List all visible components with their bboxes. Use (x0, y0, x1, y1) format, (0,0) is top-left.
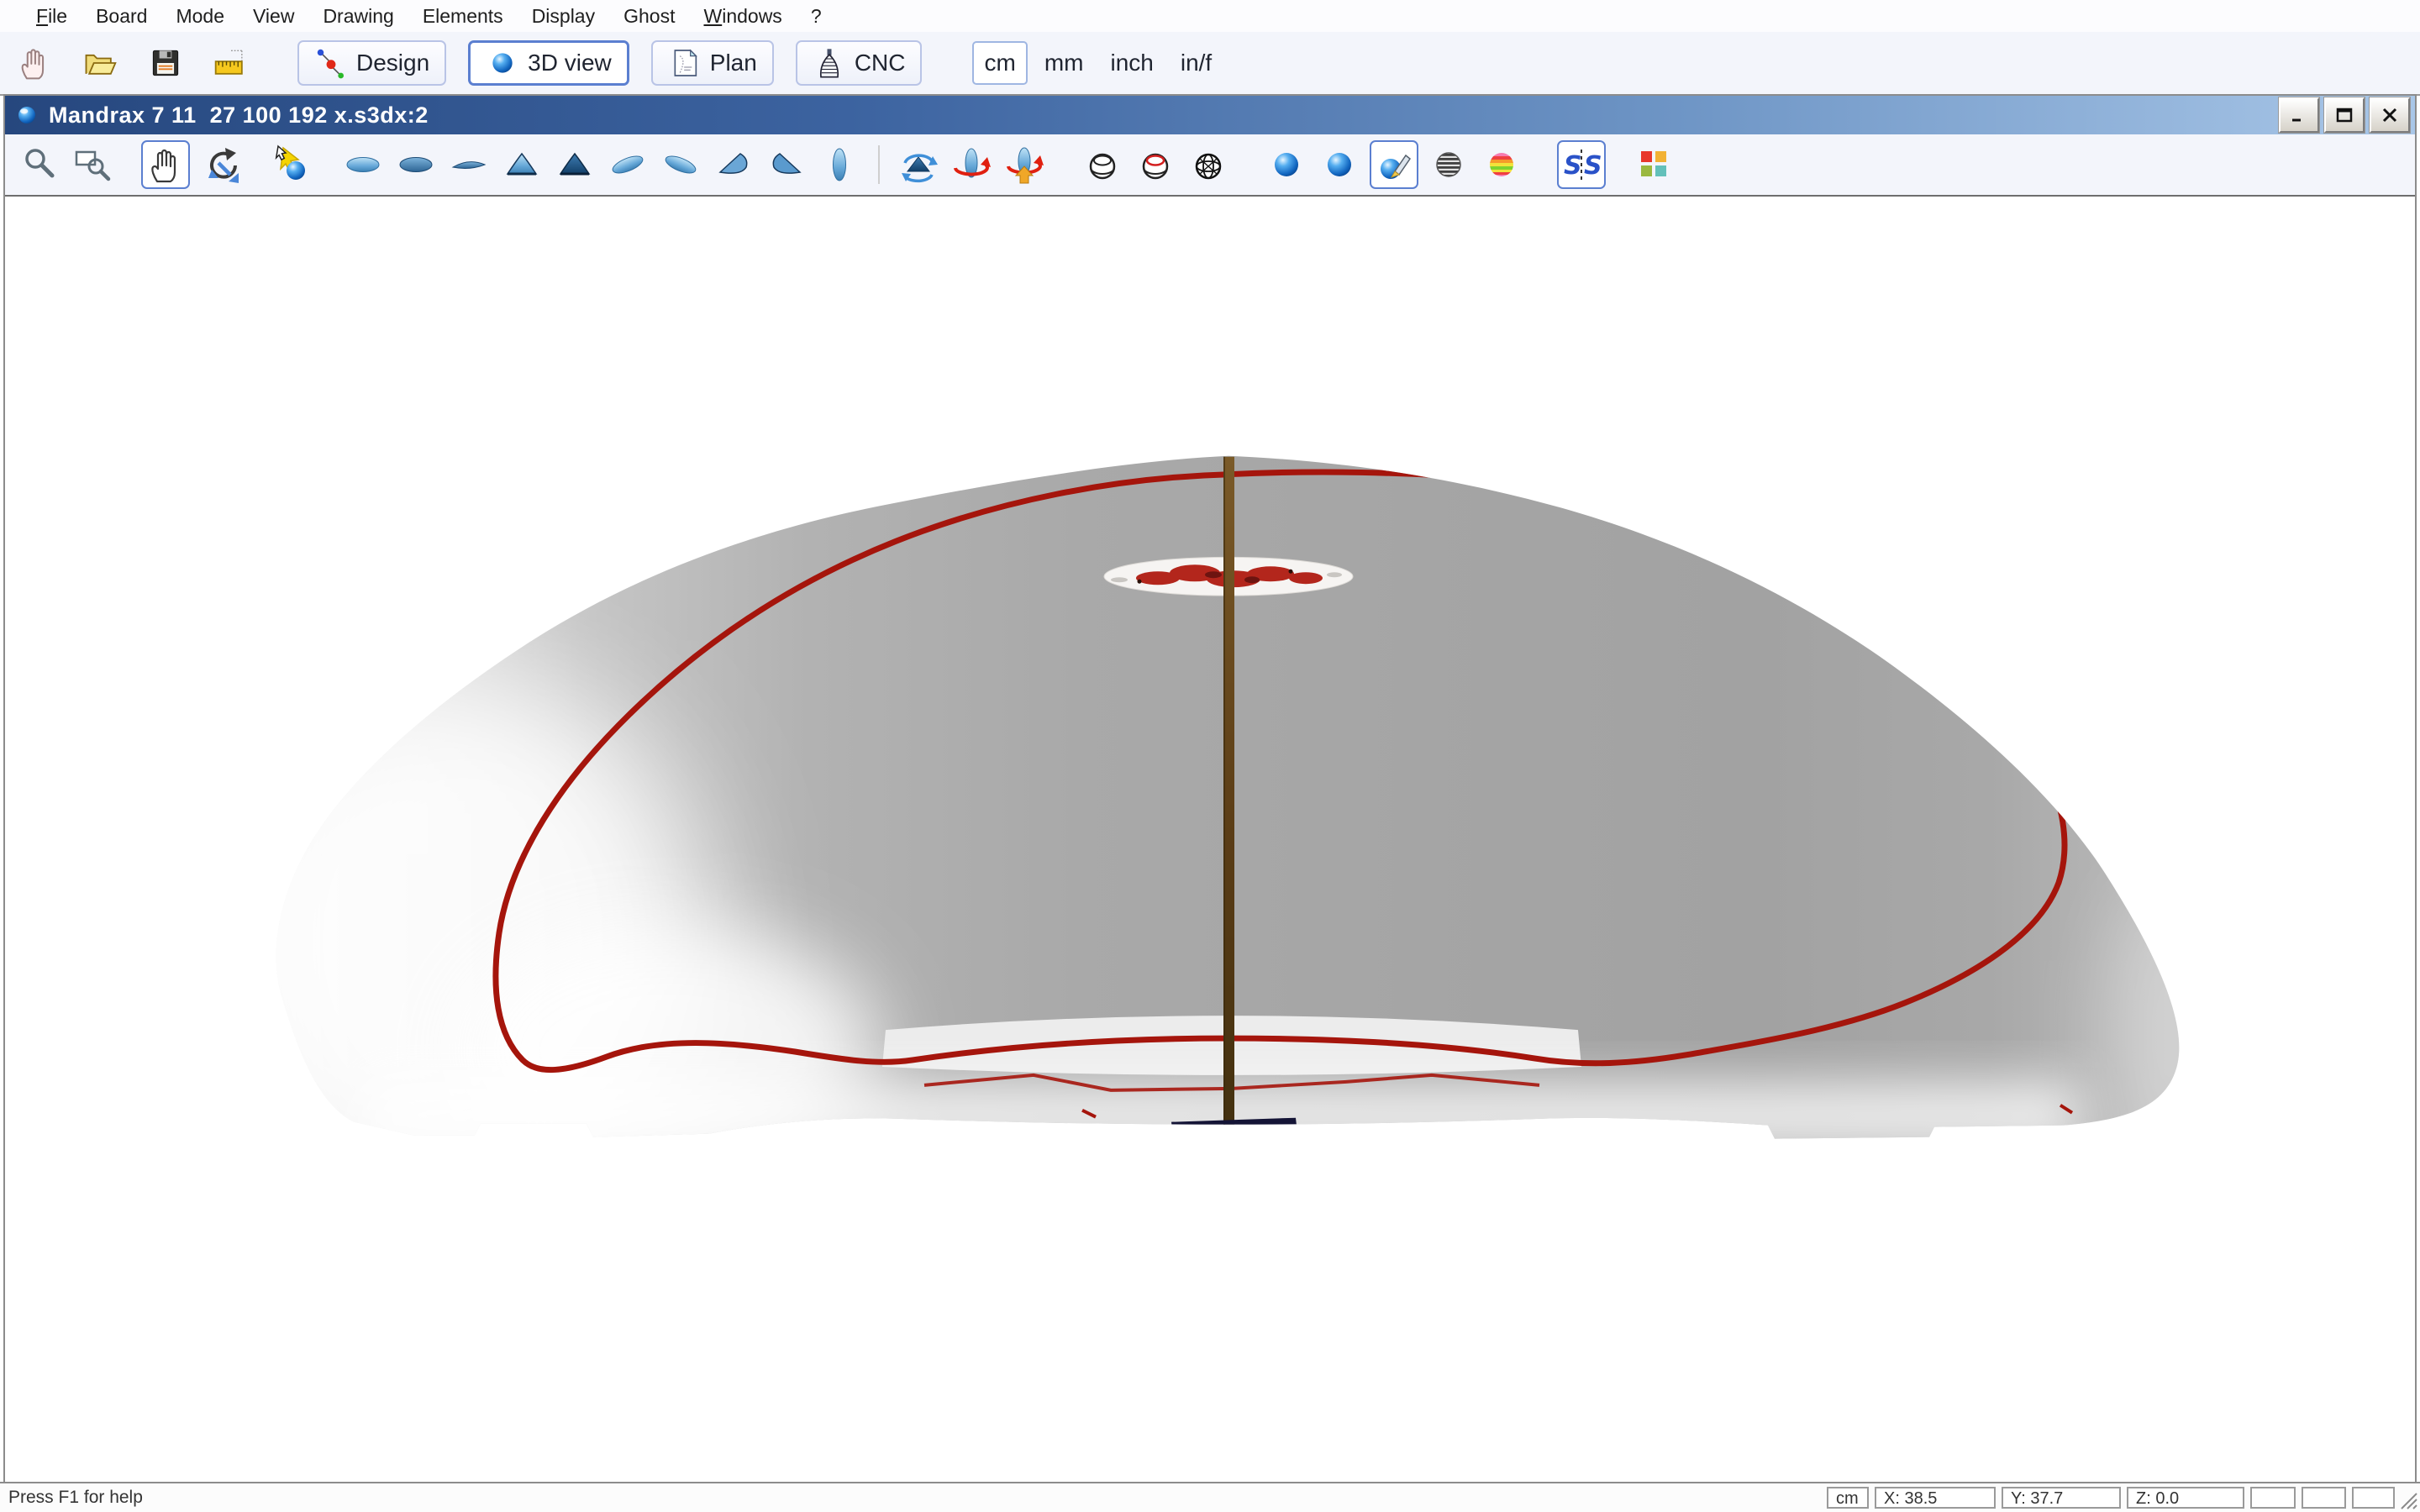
rotate-view-icon[interactable] (197, 142, 243, 187)
view-front-icon[interactable] (499, 142, 544, 187)
menu-elements[interactable]: Elements (408, 3, 518, 29)
wireframe-slices-icon[interactable] (1133, 142, 1178, 187)
zoom-in-icon[interactable] (17, 142, 62, 187)
render-decor-icon[interactable] (1370, 140, 1418, 189)
unit-inf[interactable]: in/f (1171, 43, 1222, 83)
menu-board[interactable]: Board (82, 3, 161, 29)
view-half-left-icon[interactable] (711, 142, 756, 187)
open-folder-icon[interactable] (81, 44, 119, 82)
close-button[interactable] (2370, 97, 2410, 133)
cnc-mode-button[interactable]: CNC (796, 40, 923, 86)
3d-view-mode-button[interactable]: 3D view (468, 40, 629, 86)
stringer-edge (1223, 457, 1225, 1142)
menu-mode[interactable]: Mode (161, 3, 239, 29)
app-window: File Board Mode View Drawing Elements Di… (0, 0, 2420, 1512)
status-empty-2 (2302, 1487, 2346, 1509)
view-half-right-icon[interactable] (764, 142, 809, 187)
wireframe-mesh-icon[interactable] (1186, 142, 1231, 187)
spin-board-lift-icon[interactable] (1002, 142, 1047, 187)
color-palette-icon[interactable] (1632, 142, 1677, 187)
design-mode-button[interactable]: Design (297, 40, 446, 86)
units-selector: cm mm inch in/f (972, 41, 1222, 85)
3d-view-label: 3D view (528, 50, 612, 76)
menu-drawing[interactable]: Drawing (308, 3, 408, 29)
sphere-icon (486, 46, 519, 80)
view-angle-left-icon[interactable] (605, 142, 650, 187)
measure-ruler-icon[interactable] (212, 44, 250, 82)
status-bar: Press F1 for help cm X: 38.5 Y: 37.7 Z: … (0, 1482, 2420, 1512)
menu-file[interactable]: File (22, 3, 82, 29)
router-bit-icon (813, 46, 846, 80)
status-empty-1 (2250, 1487, 2296, 1509)
menu-display[interactable]: Display (518, 3, 609, 29)
view-bottom-icon[interactable] (393, 142, 439, 187)
unit-inch[interactable]: inch (1100, 43, 1163, 83)
view-rocker-icon[interactable] (446, 142, 492, 187)
view-tail-icon[interactable] (552, 142, 597, 187)
spin-board-icon[interactable] (949, 142, 994, 187)
board-3d-view (5, 197, 2415, 1482)
select-board-icon[interactable] (269, 142, 314, 187)
resize-grip-icon[interactable] (2396, 1488, 2418, 1510)
rail-highlight-2 (459, 925, 879, 1176)
wireframe-plain-icon[interactable] (1080, 142, 1125, 187)
view-nose-icon[interactable] (817, 142, 862, 187)
window-title: Mandrax 7 11 27 100 192 x.s3dx:2 (49, 102, 429, 129)
maximize-button[interactable] (2324, 97, 2365, 133)
menu-view[interactable]: View (239, 3, 308, 29)
select-hand-icon[interactable] (15, 44, 54, 82)
unit-cm[interactable]: cm (972, 41, 1027, 85)
close-icon (2380, 107, 2400, 123)
menu-bar: File Board Mode View Drawing Elements Di… (0, 0, 2420, 32)
help-text: Press F1 for help (0, 1488, 143, 1508)
status-empty-3 (2352, 1487, 2395, 1509)
fin-mark-lower (1178, 1130, 1290, 1139)
maximize-icon (2334, 107, 2354, 123)
design-icon (314, 46, 348, 80)
render-solid-icon[interactable] (1264, 142, 1309, 187)
design-label: Design (356, 50, 429, 76)
zoom-window-icon[interactable] (70, 142, 115, 187)
menu-windows[interactable]: Windows (689, 3, 796, 29)
menu-ghost[interactable]: Ghost (609, 3, 689, 29)
status-unit: cm (1827, 1487, 1869, 1509)
cnc-label: CNC (855, 50, 906, 76)
status-x-coordinate: X: 38.5 (1875, 1487, 1996, 1509)
plan-label: Plan (710, 50, 757, 76)
document-icon (668, 46, 702, 80)
plan-mode-button[interactable]: Plan (651, 40, 774, 86)
save-icon[interactable] (146, 44, 185, 82)
menu-help[interactable]: ? (797, 3, 836, 29)
render-thickness-icon[interactable] (1479, 142, 1524, 187)
pan-hand-icon[interactable] (141, 140, 190, 189)
status-y-coordinate: Y: 37.7 (2002, 1487, 2121, 1509)
app-sphere-icon (13, 102, 40, 129)
render-contour-icon[interactable] (1426, 142, 1471, 187)
render-shaded-icon[interactable] (1317, 142, 1362, 187)
unit-mm[interactable]: mm (1034, 43, 1094, 83)
minimize-icon (2289, 107, 2309, 123)
document-window: Mandrax 7 11 27 100 192 x.s3dx:2 (3, 94, 2417, 1483)
minimize-button[interactable] (2279, 97, 2319, 133)
view-toolbar (5, 134, 2415, 197)
flip-board-icon[interactable] (896, 142, 941, 187)
right-rim-light (2110, 874, 2228, 1193)
3d-canvas[interactable] (5, 197, 2415, 1482)
status-z-coordinate: Z: 0.0 (2127, 1487, 2244, 1509)
status-cells: cm X: 38.5 Y: 37.7 Z: 0.0 (1827, 1487, 2395, 1509)
main-toolbar: Design 3D view Plan CNC cm mm inch in/f (0, 32, 2420, 96)
title-bar[interactable]: Mandrax 7 11 27 100 192 x.s3dx:2 (5, 96, 2415, 134)
view-angle-right-icon[interactable] (658, 142, 703, 187)
toolbar-separator (878, 145, 880, 184)
symmetry-edit-icon[interactable] (1557, 140, 1606, 189)
view-deck-icon[interactable] (340, 142, 386, 187)
